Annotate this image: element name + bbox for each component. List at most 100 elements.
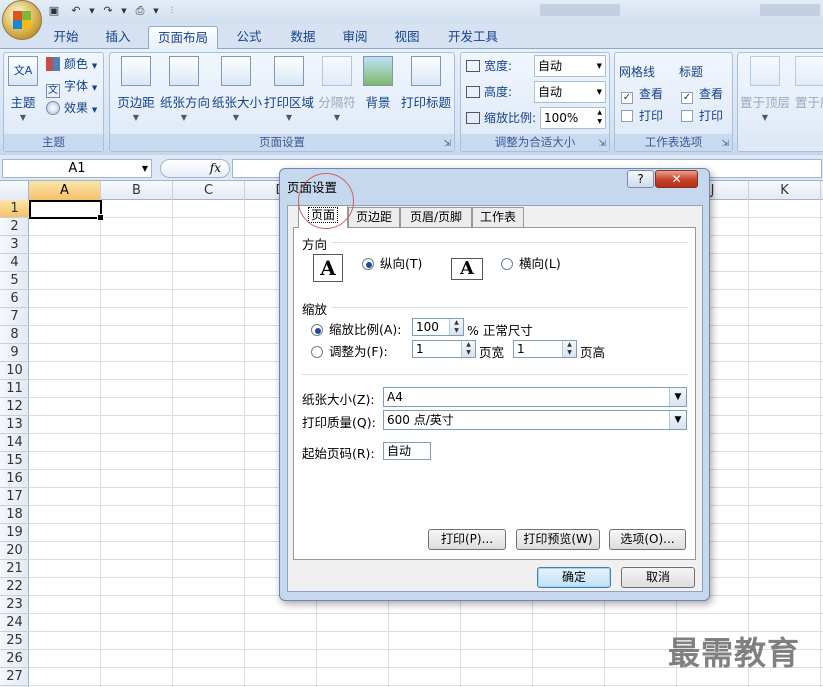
row-header[interactable]: 25: [0, 632, 29, 650]
themes-button[interactable]: 文A 主题 ▼: [6, 56, 40, 126]
spinner-arrows-icon[interactable]: ▲ ▼: [461, 341, 475, 357]
row-header[interactable]: 8: [0, 326, 29, 344]
row-header[interactable]: 10: [0, 362, 29, 380]
tab-data[interactable]: 数据: [282, 26, 324, 49]
print-preview-button[interactable]: 打印预览(W): [516, 529, 600, 550]
office-button[interactable]: [2, 0, 42, 40]
paper-size-select[interactable]: A4 ▼: [383, 387, 687, 407]
print-preview-icon[interactable]: ⎙: [132, 3, 148, 19]
row-header[interactable]: 1: [0, 200, 29, 218]
fit-tall-spinner[interactable]: 1 ▲ ▼: [513, 340, 577, 358]
column-header[interactable]: A: [29, 181, 101, 200]
headings-print-checkbox[interactable]: 打印: [681, 106, 723, 126]
row-header[interactable]: 2: [0, 218, 29, 236]
dialog-launcher-icon[interactable]: ⇲: [721, 139, 729, 149]
spinner-arrows-icon[interactable]: ▲ ▼: [449, 319, 463, 335]
breaks-button[interactable]: 分隔符 ▼: [318, 56, 356, 126]
insert-function-button[interactable]: fx: [160, 159, 230, 178]
row-header[interactable]: 16: [0, 470, 29, 488]
print-button[interactable]: 打印(P)...: [428, 529, 506, 550]
theme-effects-button[interactable]: 效果 ▼: [46, 98, 97, 118]
active-cell-a1[interactable]: [29, 200, 104, 221]
row-header[interactable]: 18: [0, 506, 29, 524]
portrait-radio[interactable]: 纵向(T): [362, 253, 422, 272]
row-header[interactable]: 7: [0, 308, 29, 326]
row-header[interactable]: 6: [0, 290, 29, 308]
help-icon[interactable]: ?: [627, 170, 654, 188]
fit-to-radio[interactable]: 调整为(F):: [311, 341, 388, 360]
row-header[interactable]: 22: [0, 578, 29, 596]
tab-developer[interactable]: 开发工具: [440, 26, 506, 49]
column-header[interactable]: C: [173, 181, 245, 200]
dropdown-icon[interactable]: ▼: [669, 411, 686, 429]
column-header[interactable]: K: [749, 181, 821, 200]
column-header[interactable]: B: [101, 181, 173, 200]
cancel-button[interactable]: 取消: [621, 567, 695, 588]
undo-dropdown-icon[interactable]: ▼: [84, 3, 100, 19]
adjust-to-radio[interactable]: 缩放比例(A):: [311, 319, 402, 338]
row-header[interactable]: 19: [0, 524, 29, 542]
height-combo[interactable]: 自动 ▼: [534, 81, 606, 103]
row-header[interactable]: 26: [0, 650, 29, 668]
gridlines-view-checkbox[interactable]: ✓ 查看: [621, 84, 663, 104]
adjust-to-spinner[interactable]: 100 ▲ ▼: [412, 318, 464, 336]
row-header[interactable]: 21: [0, 560, 29, 578]
margins-button[interactable]: 页边距 ▼: [114, 56, 158, 126]
orientation-button[interactable]: 纸张方向 ▼: [160, 56, 210, 126]
redo-icon[interactable]: ↷: [100, 3, 116, 19]
preview-dropdown-icon[interactable]: ▼: [148, 3, 164, 19]
first-page-number-input[interactable]: 自动: [383, 442, 431, 460]
options-button[interactable]: 选项(O)...: [609, 529, 686, 550]
theme-fonts-button[interactable]: 文字体 ▼: [46, 76, 97, 98]
row-header[interactable]: 13: [0, 416, 29, 434]
size-button[interactable]: 纸张大小 ▼: [212, 56, 262, 126]
undo-icon[interactable]: ↶: [68, 3, 84, 19]
redo-dropdown-icon[interactable]: ▼: [116, 3, 132, 19]
theme-colors-button[interactable]: 颜色 ▼: [46, 54, 97, 74]
row-header[interactable]: 12: [0, 398, 29, 416]
tab-sheet[interactable]: 工作表: [472, 207, 524, 227]
gridlines-print-checkbox[interactable]: 打印: [621, 106, 663, 126]
bring-forward-button[interactable]: 置于顶层 ▼: [740, 56, 790, 126]
tab-home[interactable]: 开始: [44, 26, 88, 49]
dialog-launcher-icon[interactable]: ⇲: [443, 139, 451, 149]
row-header[interactable]: 4: [0, 254, 29, 272]
width-combo[interactable]: 自动 ▼: [534, 55, 606, 77]
row-header[interactable]: 27: [0, 668, 29, 686]
row-header[interactable]: 23: [0, 596, 29, 614]
fit-wide-spinner[interactable]: 1 ▲ ▼: [412, 340, 476, 358]
dropdown-icon[interactable]: ▼: [669, 388, 686, 406]
customize-qat-icon[interactable]: ⫶: [164, 3, 180, 19]
print-titles-button[interactable]: 打印标题: [400, 56, 452, 126]
tab-insert[interactable]: 插入: [96, 26, 140, 49]
row-header[interactable]: 11: [0, 380, 29, 398]
headings-view-checkbox[interactable]: ✓ 查看: [681, 84, 723, 104]
tab-margins[interactable]: 页边距: [348, 207, 400, 227]
name-box[interactable]: A1 ▼: [2, 159, 152, 178]
dropdown-icon[interactable]: ▼: [142, 160, 148, 177]
ok-button[interactable]: 确定: [537, 567, 611, 588]
landscape-radio[interactable]: 横向(L): [501, 253, 561, 272]
tab-header-footer[interactable]: 页眉/页脚: [400, 207, 472, 227]
tab-formulas[interactable]: 公式: [228, 26, 270, 49]
send-backward-button[interactable]: 置于底: [795, 56, 823, 126]
save-icon[interactable]: ▣: [46, 3, 62, 19]
spinner-arrows-icon[interactable]: ▲ ▼: [597, 108, 602, 126]
spinner-arrows-icon[interactable]: ▲ ▼: [562, 341, 576, 357]
row-header[interactable]: 17: [0, 488, 29, 506]
background-button[interactable]: 背景: [362, 56, 394, 126]
select-all-button[interactable]: [0, 181, 29, 200]
close-icon[interactable]: ✕: [655, 170, 698, 188]
scale-spinner[interactable]: 100% ▲ ▼: [540, 107, 606, 129]
print-area-button[interactable]: 打印区域 ▼: [264, 56, 314, 126]
row-header[interactable]: 15: [0, 452, 29, 470]
row-header[interactable]: 24: [0, 614, 29, 632]
tab-review[interactable]: 审阅: [334, 26, 376, 49]
tab-page-layout[interactable]: 页面布局: [148, 26, 218, 50]
tab-view[interactable]: 视图: [386, 26, 428, 49]
print-quality-select[interactable]: 600 点/英寸 ▼: [383, 410, 687, 430]
row-header[interactable]: 14: [0, 434, 29, 452]
dialog-launcher-icon[interactable]: ⇲: [598, 139, 606, 149]
row-header[interactable]: 3: [0, 236, 29, 254]
row-header[interactable]: 5: [0, 272, 29, 290]
